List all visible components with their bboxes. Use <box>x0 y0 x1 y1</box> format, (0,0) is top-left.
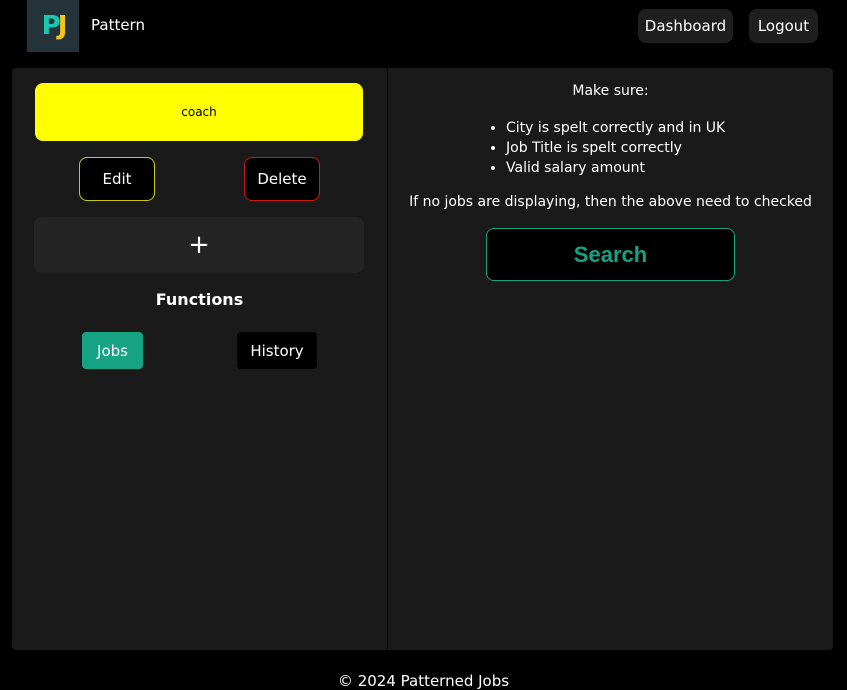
delete-button[interactable]: Delete <box>244 157 320 201</box>
search-panel: Make sure: City is spelt correctly and i… <box>388 68 833 650</box>
profile-card[interactable]: coach <box>35 83 363 141</box>
history-button[interactable]: History <box>237 332 317 369</box>
plus-icon: + <box>188 230 210 260</box>
dashboard-button[interactable]: Dashboard <box>638 9 733 43</box>
instructions-heading: Make sure: <box>572 83 649 99</box>
footer-copyright: © 2024 Patterned Jobs <box>337 672 510 690</box>
search-button[interactable]: Search <box>486 228 735 281</box>
brand-name[interactable]: Pattern <box>91 16 145 34</box>
functions-heading: Functions <box>155 290 244 309</box>
checklist-item: Valid salary amount <box>506 158 725 178</box>
logo-mark: PJ <box>41 11 68 41</box>
hint-text: If no jobs are displaying, then the abov… <box>409 194 812 210</box>
checklist-item: Job Title is spelt correctly <box>506 138 725 158</box>
logout-button[interactable]: Logout <box>749 9 818 43</box>
checklist-item: City is spelt correctly and in UK <box>506 118 725 138</box>
top-navbar: PJ Pattern Dashboard Logout <box>0 0 847 60</box>
edit-button[interactable]: Edit <box>79 157 155 201</box>
profile-panel: coach Edit Delete + Functions Jobs Histo… <box>12 68 388 650</box>
jobs-button[interactable]: Jobs <box>82 332 143 369</box>
add-profile-button[interactable]: + <box>34 217 364 273</box>
checklist: City is spelt correctly and in UK Job Ti… <box>488 118 725 178</box>
logo-letter-p: P <box>41 11 61 41</box>
app-logo[interactable]: PJ <box>27 0 79 52</box>
logo-letter-j: J <box>57 11 68 41</box>
